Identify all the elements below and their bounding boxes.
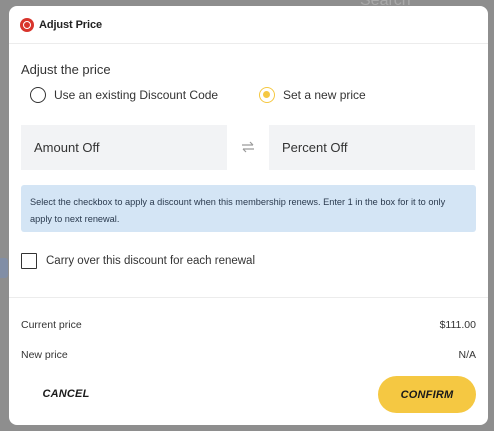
- current-price-row: Current price $111.00: [21, 319, 476, 331]
- percent-off-input[interactable]: Percent Off: [269, 125, 475, 170]
- brand-logo-icon: [20, 17, 34, 32]
- confirm-button[interactable]: CONFIRM: [378, 376, 476, 413]
- option-label: Use an existing Discount Code: [54, 88, 219, 102]
- info-message: Select the checkbox to apply a discount …: [21, 185, 476, 232]
- new-price-label: New price: [21, 349, 68, 361]
- adjust-price-dialog: Adjust Price Adjust the price Use an exi…: [9, 6, 488, 425]
- carry-over-checkbox[interactable]: [21, 253, 37, 269]
- radio-set-new-price[interactable]: [259, 87, 275, 103]
- current-price-value: $111.00: [439, 319, 476, 331]
- amount-off-input[interactable]: Amount Off: [21, 125, 227, 170]
- radio-existing-discount-code[interactable]: [30, 87, 46, 103]
- dialog-header: Adjust Price: [9, 6, 488, 44]
- section-label: Adjust the price: [21, 62, 111, 77]
- cancel-button[interactable]: CANCEL: [21, 378, 111, 410]
- current-price-label: Current price: [21, 319, 82, 331]
- dialog-title: Adjust Price: [39, 18, 102, 31]
- carry-over-option[interactable]: Carry over this discount for each renewa…: [21, 253, 255, 269]
- option-label: Set a new price: [283, 88, 366, 102]
- divider: [9, 297, 488, 298]
- new-price-row: New price N/A: [21, 349, 476, 361]
- new-price-value: N/A: [458, 349, 476, 361]
- backdrop-sidebar-item: [0, 258, 8, 278]
- option-set-new-price[interactable]: Set a new price: [259, 87, 366, 103]
- carry-over-label: Carry over this discount for each renewa…: [46, 255, 256, 267]
- swap-arrows-icon: [242, 141, 254, 153]
- option-existing-discount-code[interactable]: Use an existing Discount Code: [30, 87, 218, 103]
